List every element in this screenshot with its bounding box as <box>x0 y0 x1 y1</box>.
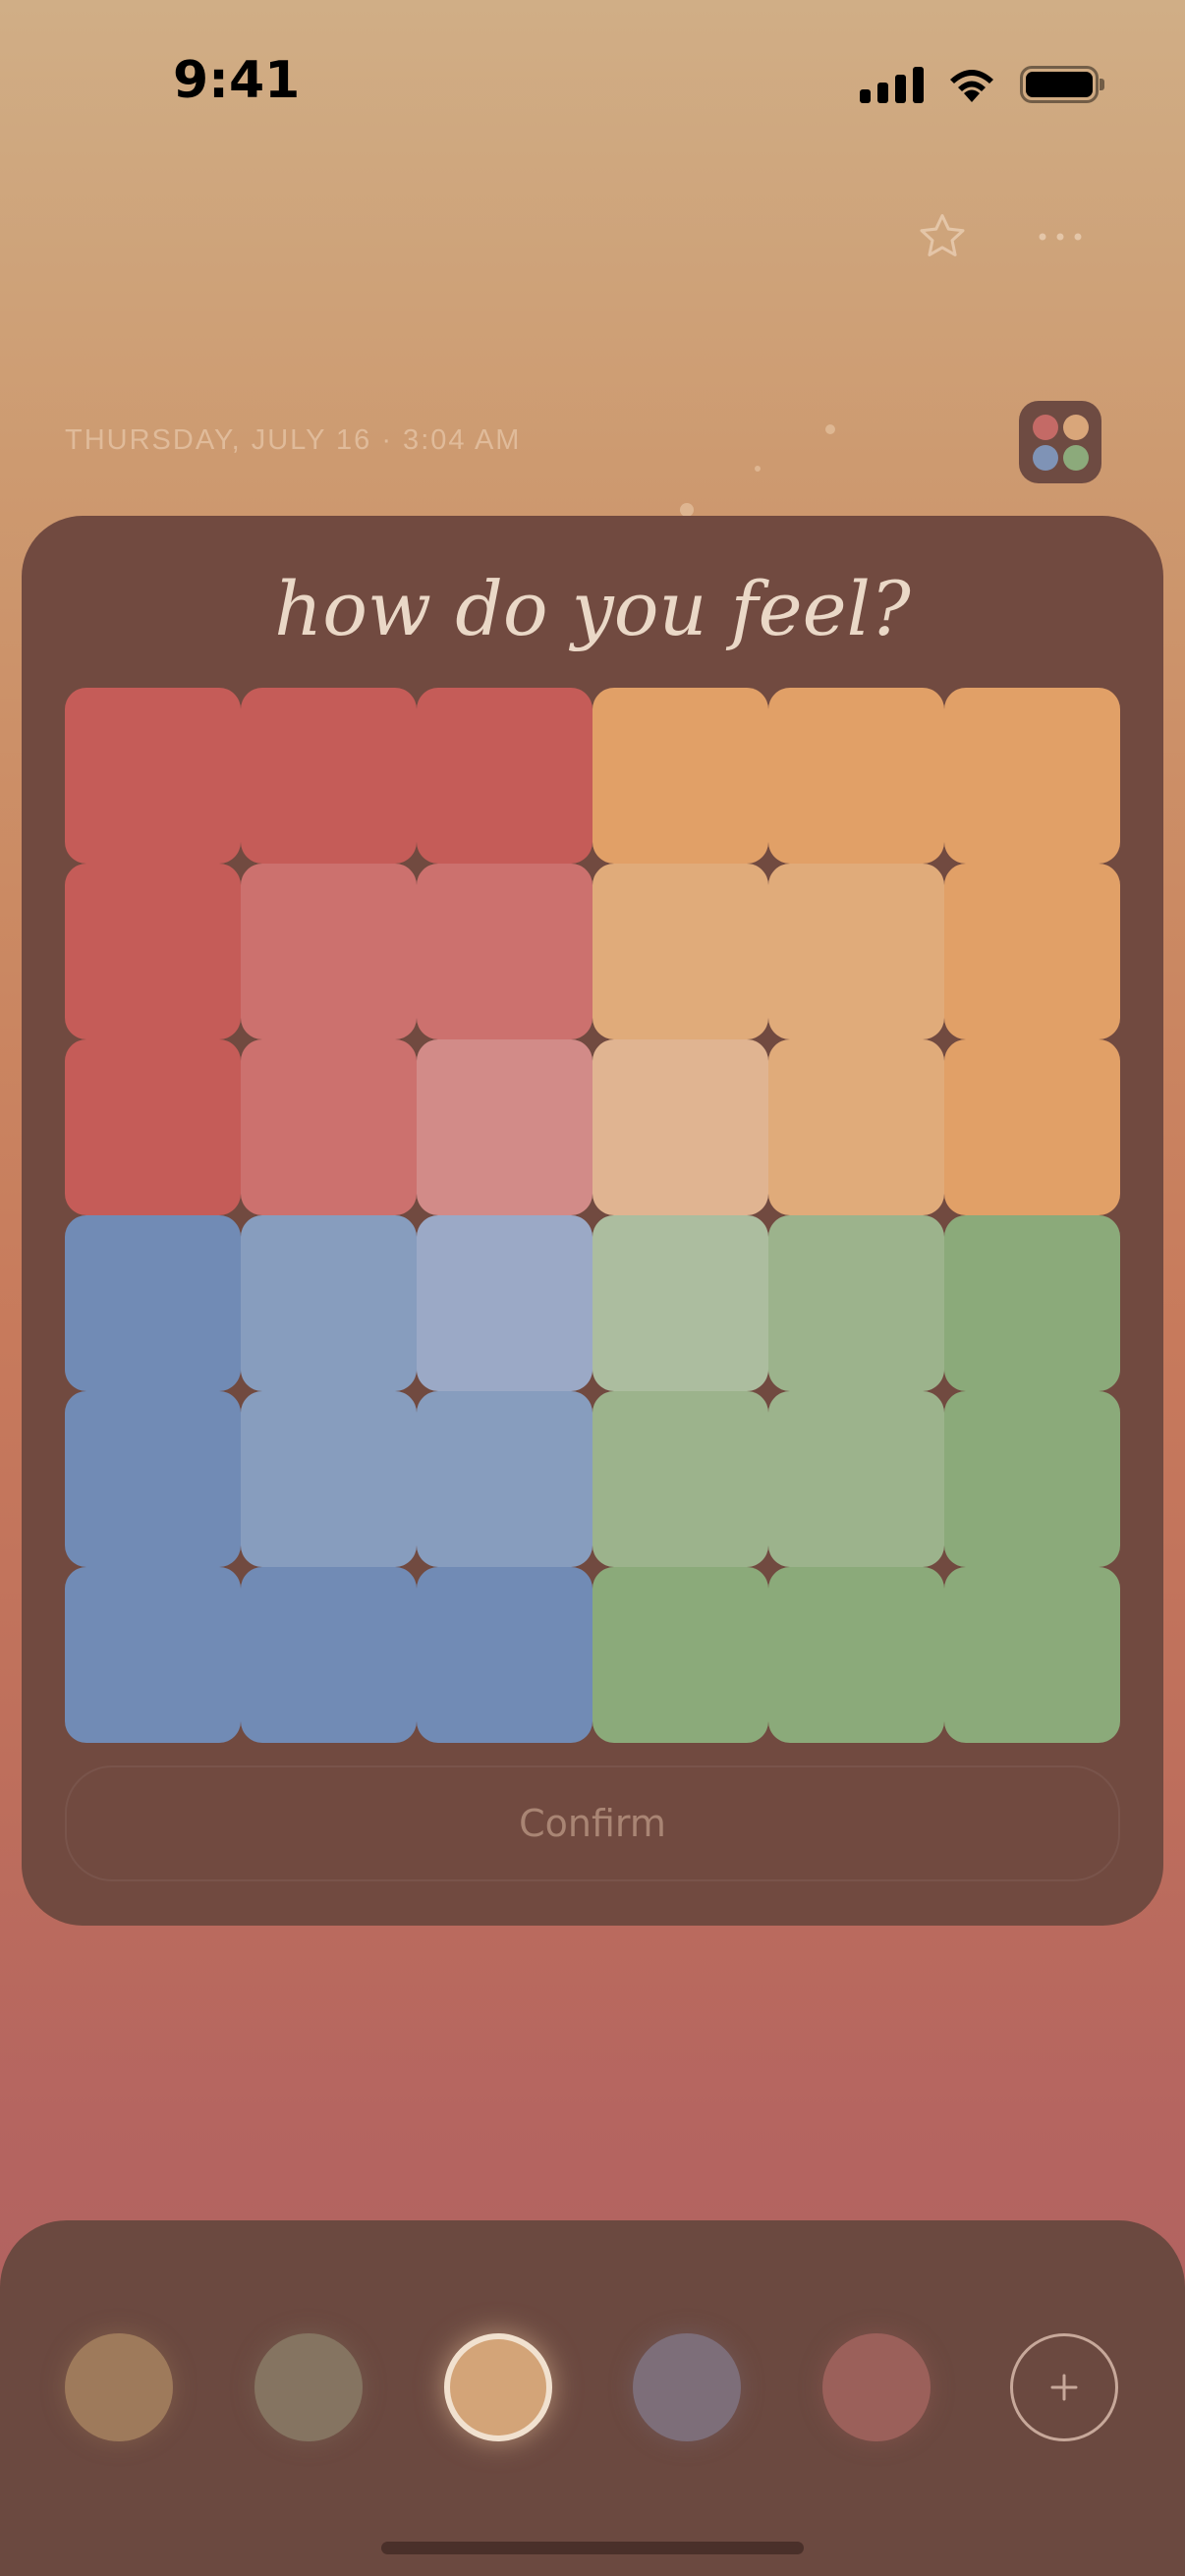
cellular-signal-icon <box>860 66 924 103</box>
theme-swatch[interactable] <box>822 2333 931 2441</box>
mood-cell[interactable] <box>241 1391 417 1567</box>
mood-cell[interactable] <box>65 1215 241 1391</box>
mood-cell[interactable] <box>65 1039 241 1215</box>
mood-cell[interactable] <box>241 1567 417 1743</box>
mood-cell[interactable] <box>241 1039 417 1215</box>
mood-cell[interactable] <box>592 688 768 864</box>
mood-cell[interactable] <box>65 688 241 864</box>
mood-cell[interactable] <box>417 688 592 864</box>
badge-dot <box>1062 444 1089 471</box>
decorative-dot <box>825 424 835 434</box>
mood-cell[interactable] <box>944 1039 1120 1215</box>
status-icons <box>860 65 1104 104</box>
status-time: 9:41 <box>173 51 301 110</box>
mood-cell[interactable] <box>417 1567 592 1743</box>
mood-cell[interactable] <box>417 864 592 1039</box>
mood-cell[interactable] <box>417 1039 592 1215</box>
home-indicator <box>381 2542 804 2554</box>
theme-swatch[interactable] <box>633 2333 741 2441</box>
mood-cell[interactable] <box>944 864 1120 1039</box>
mood-cell[interactable] <box>592 1391 768 1567</box>
mood-cell[interactable] <box>768 1215 944 1391</box>
theme-picker-sheet <box>0 2220 1185 2576</box>
mood-prompt-title: how do you feel? <box>274 565 911 652</box>
mood-cell[interactable] <box>768 1039 944 1215</box>
mood-card: how do you feel? Confirm <box>22 516 1163 1926</box>
theme-swatch[interactable] <box>444 2333 552 2441</box>
favorite-button[interactable] <box>908 202 977 271</box>
mood-cell[interactable] <box>65 1391 241 1567</box>
mood-cell[interactable] <box>944 688 1120 864</box>
mood-cell[interactable] <box>768 1391 944 1567</box>
mood-cell[interactable] <box>592 1215 768 1391</box>
mood-cell[interactable] <box>592 864 768 1039</box>
mood-cell[interactable] <box>65 1567 241 1743</box>
badge-dot <box>1032 414 1058 440</box>
mood-grid <box>65 688 1120 1743</box>
theme-swatch[interactable] <box>254 2333 363 2441</box>
status-bar: 9:41 <box>0 0 1185 147</box>
mood-cell[interactable] <box>417 1391 592 1567</box>
star-outline-icon <box>920 214 965 256</box>
badge-dot <box>1032 444 1058 471</box>
battery-icon <box>1020 66 1104 103</box>
mood-cell[interactable] <box>768 1567 944 1743</box>
wifi-icon <box>950 70 993 102</box>
mood-cell[interactable] <box>65 864 241 1039</box>
mood-cell[interactable] <box>417 1215 592 1391</box>
theme-swatch[interactable] <box>65 2333 173 2441</box>
mood-cell[interactable] <box>241 688 417 864</box>
mood-cell[interactable] <box>592 1567 768 1743</box>
badge-dot <box>1062 414 1089 440</box>
mood-cell[interactable] <box>944 1391 1120 1567</box>
more-horizontal-icon <box>1039 233 1082 241</box>
mood-cell[interactable] <box>944 1567 1120 1743</box>
mood-cell[interactable] <box>944 1215 1120 1391</box>
mood-cell[interactable] <box>241 1215 417 1391</box>
add-theme-button[interactable] <box>1010 2333 1118 2441</box>
decorative-dot <box>680 503 694 517</box>
mood-palette-icon[interactable] <box>1019 401 1101 483</box>
mood-cell[interactable] <box>768 864 944 1039</box>
mood-cell[interactable] <box>592 1039 768 1215</box>
plus-icon <box>1050 2374 1078 2401</box>
decorative-dot <box>755 466 761 472</box>
more-button[interactable] <box>1026 202 1095 271</box>
confirm-button[interactable]: Confirm <box>65 1765 1120 1881</box>
entry-date-time: THURSDAY, JULY 16 · 3:04 AM <box>65 424 522 456</box>
mood-cell[interactable] <box>241 864 417 1039</box>
mood-cell[interactable] <box>768 688 944 864</box>
